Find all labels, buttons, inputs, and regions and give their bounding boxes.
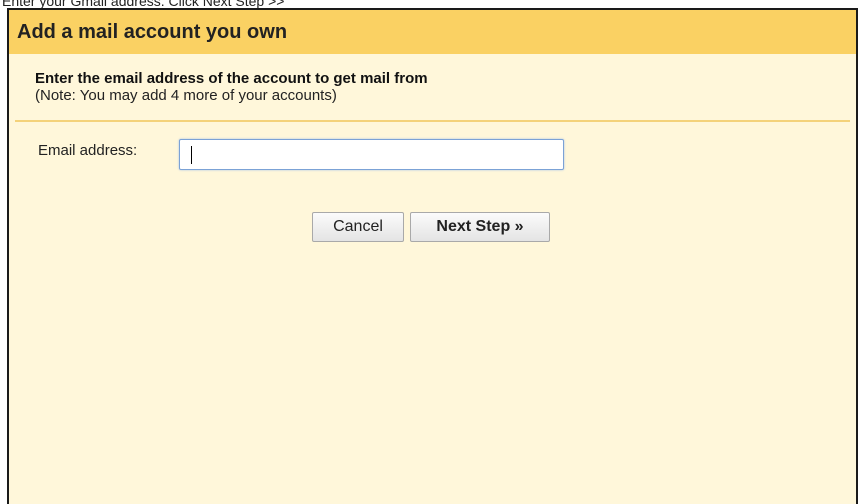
email-form-row: Email address: — [9, 122, 856, 182]
dialog-intro: Enter the email address of the account t… — [9, 54, 856, 110]
dialog-title-bar: Add a mail account you own — [9, 10, 856, 54]
intro-note: (Note: You may add 4 more of your accoun… — [35, 87, 337, 104]
intro-heading: Enter the email address of the account t… — [35, 70, 428, 87]
email-address-input[interactable] — [179, 139, 564, 170]
cancel-button[interactable]: Cancel — [312, 212, 404, 242]
dialog-title: Add a mail account you own — [17, 20, 288, 43]
dialog-buttons: Cancel Next Step » — [312, 212, 550, 242]
add-mail-account-dialog: Add a mail account you own Enter the ema… — [7, 8, 858, 504]
next-step-button[interactable]: Next Step » — [410, 212, 550, 242]
text-caret — [191, 146, 192, 164]
email-address-label: Email address: — [38, 142, 138, 159]
